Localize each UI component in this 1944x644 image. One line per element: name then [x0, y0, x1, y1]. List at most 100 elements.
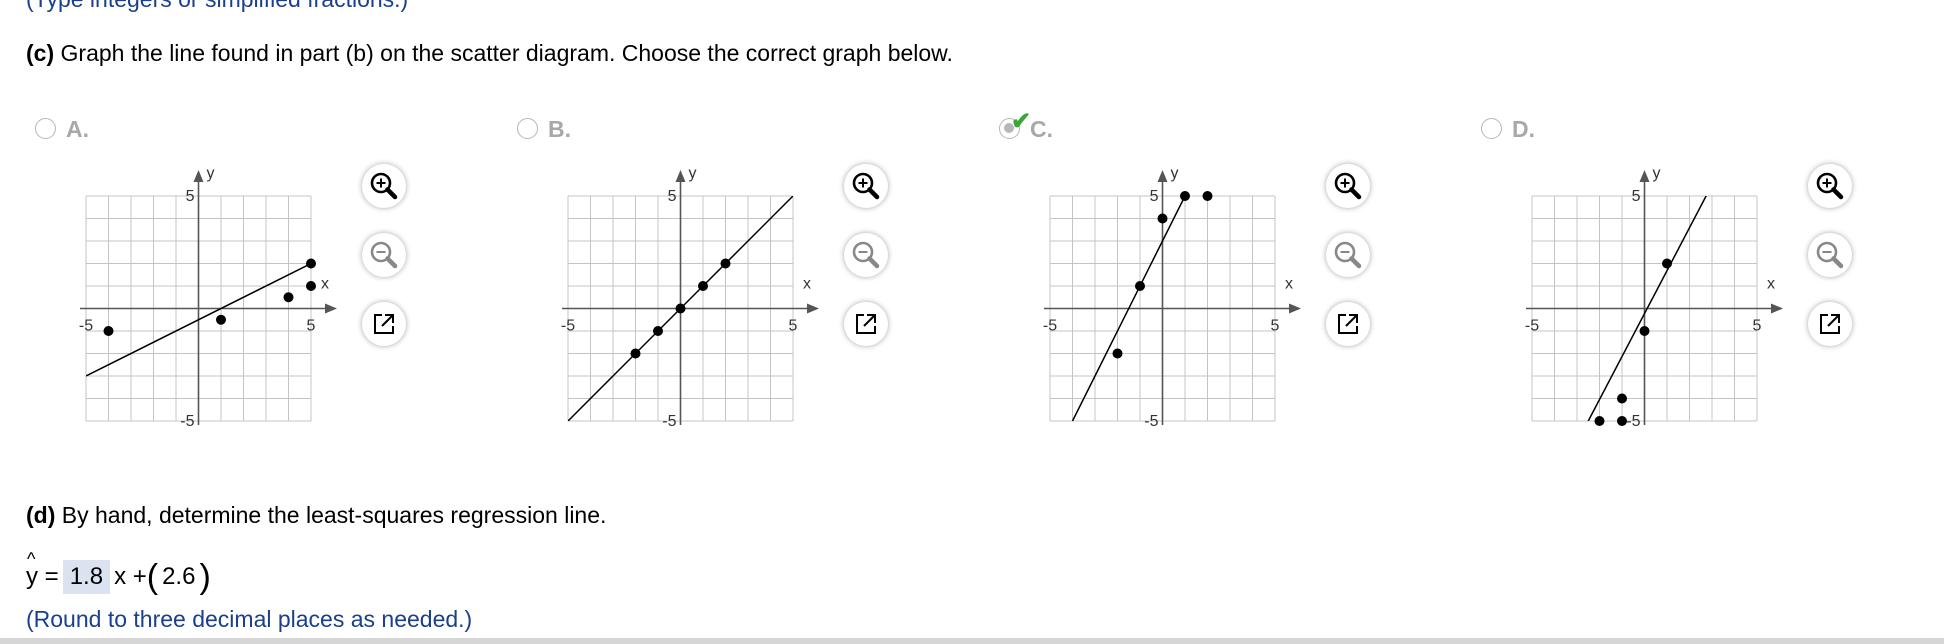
- y-tick-neg5: -5: [662, 413, 676, 430]
- x-axis-arrow: [1289, 303, 1301, 314]
- option-c[interactable]: ✔ C. y x 5 -5 5 -5: [994, 110, 1464, 446]
- top-hint: (Type integers or simplified fractions.): [26, 0, 408, 13]
- x-axis-label: x: [803, 276, 811, 293]
- data-point: [1639, 326, 1650, 336]
- option-c-graph: y x 5 -5 5 -5: [1043, 165, 1301, 430]
- zoom-out-icon: [1333, 240, 1363, 270]
- option-b-radio[interactable]: [517, 118, 538, 139]
- zoom-in-button[interactable]: [844, 164, 888, 208]
- y-axis-arrow: [193, 170, 204, 182]
- part-c-label: (c): [26, 40, 55, 66]
- x-tick-neg5: -5: [1525, 318, 1539, 335]
- hat-symbol: ^: [27, 549, 36, 569]
- part-c-question: (c) Graph the line found in part (b) on …: [26, 40, 953, 67]
- option-b-graph: y x 5 -5 5 -5: [561, 165, 819, 430]
- y-tick-5: 5: [1150, 188, 1159, 205]
- x-tick-neg5: -5: [1043, 318, 1057, 335]
- x-tick-neg5: -5: [561, 318, 575, 335]
- x-tick-5: 5: [1271, 318, 1280, 335]
- data-point: [1180, 191, 1190, 201]
- popout-icon: [1335, 311, 1361, 337]
- y-tick-neg5: -5: [1144, 413, 1158, 430]
- data-point: [103, 326, 114, 336]
- popout-button[interactable]: [1326, 302, 1370, 346]
- correct-check-icon: ✔: [1011, 108, 1032, 135]
- y-axis-label: y: [207, 165, 215, 182]
- y-hat: ^ y =: [26, 549, 59, 591]
- intercept-input[interactable]: 2.6: [158, 560, 199, 594]
- zoom-in-button[interactable]: [1808, 164, 1852, 208]
- y-tick-5: 5: [1632, 188, 1641, 205]
- open-paren: (: [146, 558, 159, 596]
- popout-icon: [371, 311, 397, 337]
- data-point: [1594, 416, 1605, 426]
- zoom-out-icon: [1815, 240, 1845, 270]
- y-tick-5: 5: [186, 188, 195, 205]
- popout-button[interactable]: [844, 302, 888, 346]
- slope-input[interactable]: 1.8: [62, 560, 111, 594]
- option-a[interactable]: A. y x 5 -5 5 -5: [30, 116, 500, 446]
- popout-icon: [1817, 311, 1843, 337]
- zoom-out-button[interactable]: [1808, 233, 1852, 277]
- popout-button[interactable]: [1808, 302, 1852, 346]
- zoom-in-icon: [1333, 171, 1363, 201]
- data-point: [1617, 416, 1627, 426]
- popout-icon: [853, 311, 879, 337]
- zoom-in-icon: [369, 171, 399, 201]
- option-a-radio[interactable]: [35, 118, 56, 139]
- x-axis-label: x: [321, 276, 329, 293]
- y-axis-arrow: [675, 170, 686, 182]
- x-plus-text: x +: [114, 563, 147, 590]
- option-a-graph: y x 5 -5 5 -5: [79, 165, 337, 430]
- data-point: [1662, 258, 1672, 269]
- zoom-out-icon: [851, 240, 881, 270]
- x-axis-arrow: [325, 303, 337, 314]
- part-c-text: Graph the line found in part (b) on the …: [60, 40, 953, 66]
- zoom-in-button[interactable]: [362, 164, 406, 208]
- option-d-graph: y x 5 -5 5 -5: [1525, 165, 1783, 430]
- regression-line: [1587, 196, 1707, 421]
- option-c-letter: C.: [1030, 116, 1053, 142]
- option-a-letter: A.: [66, 116, 89, 142]
- zoom-in-button[interactable]: [1326, 164, 1370, 208]
- data-point: [1135, 281, 1145, 291]
- close-paren: ): [199, 558, 211, 596]
- y-axis-arrow: [1639, 170, 1650, 182]
- data-point: [698, 281, 708, 291]
- data-point: [306, 281, 316, 291]
- zoom-out-button[interactable]: [362, 233, 406, 277]
- x-axis-label: x: [1767, 276, 1775, 293]
- x-tick-5: 5: [307, 318, 316, 335]
- data-point: [306, 258, 316, 269]
- y-tick-neg5: -5: [1626, 413, 1640, 430]
- option-d-radio[interactable]: [1481, 118, 1502, 139]
- zoom-in-icon: [1815, 171, 1845, 201]
- y-axis-arrow: [1157, 170, 1168, 182]
- round-note: (Round to three decimal places as needed…: [26, 606, 473, 632]
- y-axis-label: y: [689, 165, 697, 182]
- zoom-in-icon: [851, 171, 881, 201]
- y-axis-label: y: [1653, 165, 1661, 182]
- y-tick-neg5: -5: [180, 413, 194, 430]
- popout-button[interactable]: [362, 302, 406, 346]
- option-d-letter: D.: [1512, 116, 1535, 142]
- x-tick-5: 5: [1753, 318, 1762, 335]
- option-b[interactable]: B. y x 5 -5 5 -5: [512, 116, 982, 446]
- part-d-text: By hand, determine the least-squares reg…: [61, 502, 607, 528]
- part-d-question: (d) By hand, determine the least-squares…: [26, 502, 606, 529]
- zoom-out-button[interactable]: [1326, 233, 1370, 277]
- data-point: [1157, 213, 1168, 224]
- option-b-letter: B.: [548, 116, 571, 142]
- x-tick-neg5: -5: [79, 318, 93, 335]
- bottom-divider: [0, 638, 1944, 644]
- data-point: [1112, 348, 1123, 359]
- x-axis-arrow: [1771, 303, 1783, 314]
- y-axis-label: y: [1171, 165, 1179, 182]
- zoom-out-icon: [369, 240, 399, 270]
- data-point: [1617, 393, 1627, 404]
- data-point: [216, 314, 226, 325]
- x-tick-5: 5: [789, 318, 798, 335]
- zoom-out-button[interactable]: [844, 233, 888, 277]
- data-point: [675, 303, 686, 314]
- option-d[interactable]: D. y x 5 -5 5 -5: [1476, 116, 1944, 446]
